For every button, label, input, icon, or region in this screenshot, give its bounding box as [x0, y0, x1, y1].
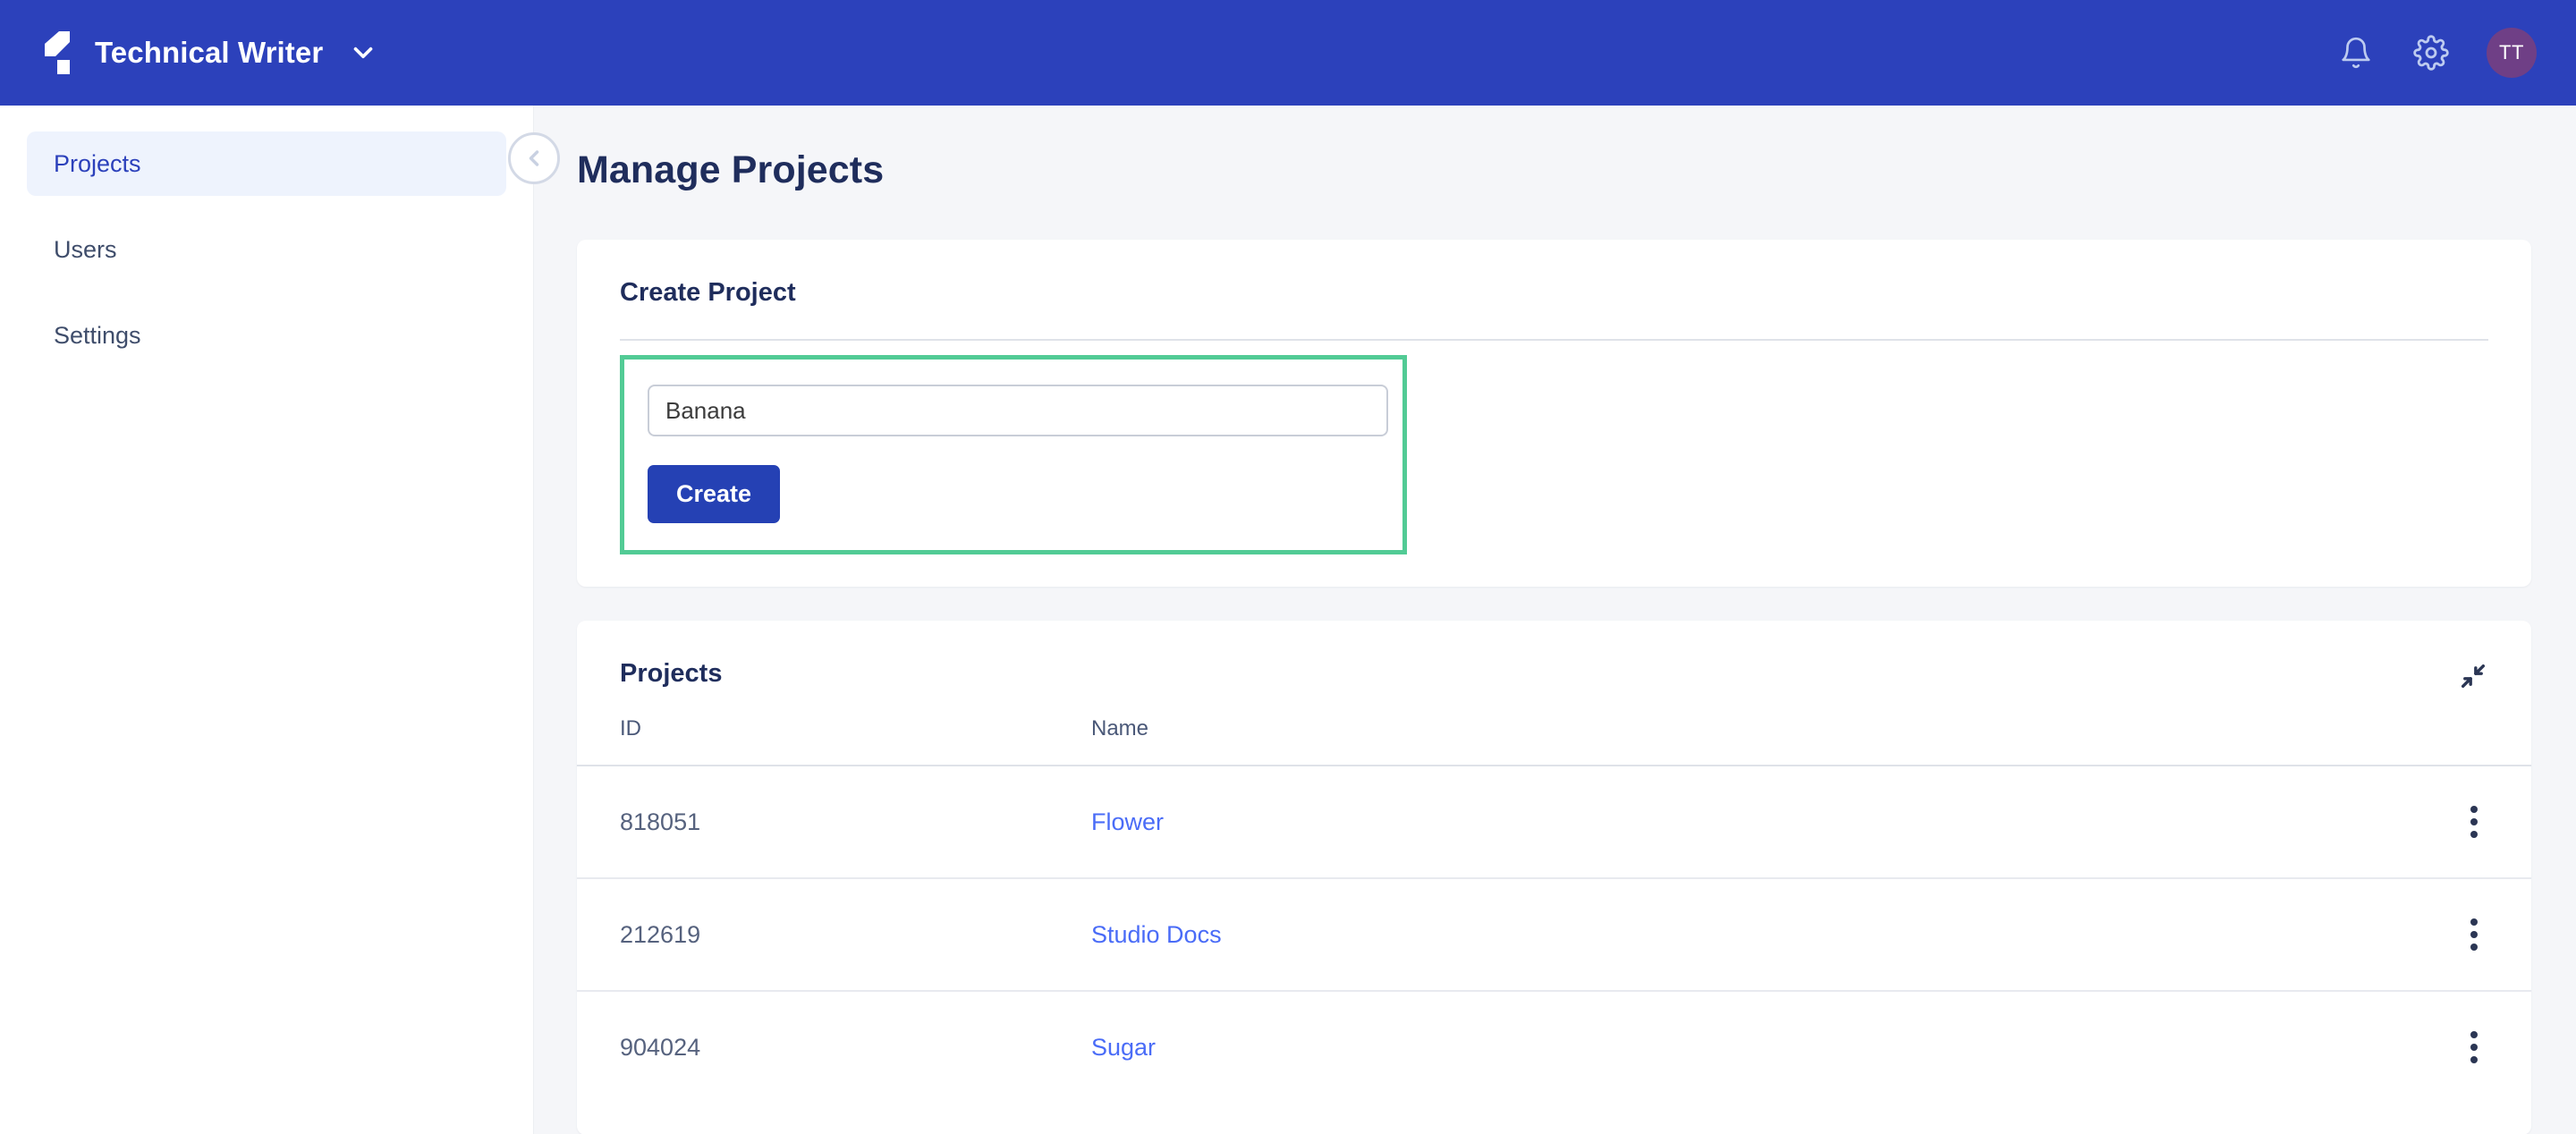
brand-name: Technical Writer: [95, 36, 324, 69]
projects-card: Projects ID Name 818051 Flower 212619 St…: [577, 621, 2531, 1134]
create-project-form-highlight: Create: [620, 355, 1407, 554]
sidebar-item-label: Projects: [54, 149, 141, 177]
create-project-card-header: Create Project: [577, 240, 2531, 308]
card-bottom-spacer: [577, 554, 2531, 587]
table-row: 212619 Studio Docs: [577, 878, 2531, 992]
more-vertical-icon[interactable]: [2470, 1031, 2478, 1063]
projects-table-body: 818051 Flower 212619 Studio Docs 904024 …: [577, 766, 2531, 1103]
card-bottom-spacer: [577, 1103, 2531, 1134]
create-button[interactable]: Create: [648, 465, 781, 523]
project-name-input[interactable]: [648, 385, 1388, 436]
projects-table: ID Name 818051 Flower 212619 Studio Docs…: [577, 691, 2531, 1103]
sidebar-item-label: Users: [54, 235, 117, 263]
brand-area[interactable]: Technical Writer: [34, 30, 378, 76]
project-actions-cell: [2326, 766, 2531, 879]
create-project-card: Create Project Create: [577, 240, 2531, 587]
topbar-actions: TT: [2336, 28, 2537, 78]
gear-icon[interactable]: [2411, 33, 2451, 72]
app-logo-icon: [34, 30, 73, 76]
project-actions-cell: [2326, 991, 2531, 1103]
more-vertical-icon[interactable]: [2470, 806, 2478, 838]
main-content: Manage Projects Create Project Create Pr…: [534, 106, 2576, 1134]
table-header-row: ID Name: [577, 691, 2531, 766]
projects-table-head: ID Name: [577, 691, 2531, 766]
project-actions-cell: [2326, 878, 2531, 992]
collapse-arrows-icon[interactable]: [2458, 661, 2488, 691]
more-vertical-icon[interactable]: [2470, 918, 2478, 951]
column-header-id: ID: [577, 691, 1091, 766]
project-name-link[interactable]: Studio Docs: [1091, 921, 1222, 948]
column-header-name: Name: [1091, 691, 2326, 766]
sidebar-item-settings[interactable]: Settings: [27, 303, 506, 368]
project-name-link[interactable]: Flower: [1091, 808, 1164, 835]
projects-title: Projects: [620, 659, 723, 688]
page-title: Manage Projects: [577, 148, 885, 191]
column-header-actions: [2326, 691, 2531, 766]
project-name-cell: Flower: [1091, 766, 2326, 879]
card-divider: [620, 339, 2488, 341]
create-project-title: Create Project: [620, 278, 796, 307]
project-id-cell: 818051: [577, 766, 1091, 879]
chevron-left-circle-icon[interactable]: [508, 132, 560, 184]
sidebar-item-users[interactable]: Users: [27, 217, 506, 282]
project-name-link[interactable]: Sugar: [1091, 1034, 1156, 1061]
project-id-cell: 904024: [620, 1033, 701, 1061]
projects-card-header: Projects: [577, 621, 2531, 691]
chevron-down-icon[interactable]: [348, 38, 378, 68]
table-row: 818051 Flower: [577, 766, 2531, 879]
project-id-cell: 212619: [577, 878, 1091, 992]
table-row: 904024 Sugar: [577, 991, 2531, 1103]
sidebar: Projects Users Settings: [0, 106, 534, 1134]
sidebar-item-label: Settings: [54, 321, 141, 349]
bell-icon[interactable]: [2336, 33, 2376, 72]
top-navigation-bar: Technical Writer TT: [0, 0, 2576, 106]
avatar[interactable]: TT: [2487, 28, 2537, 78]
project-name-cell: Studio Docs: [1091, 878, 2326, 992]
project-name-cell: Sugar: [1091, 991, 2326, 1103]
sidebar-item-projects[interactable]: Projects: [27, 131, 506, 196]
